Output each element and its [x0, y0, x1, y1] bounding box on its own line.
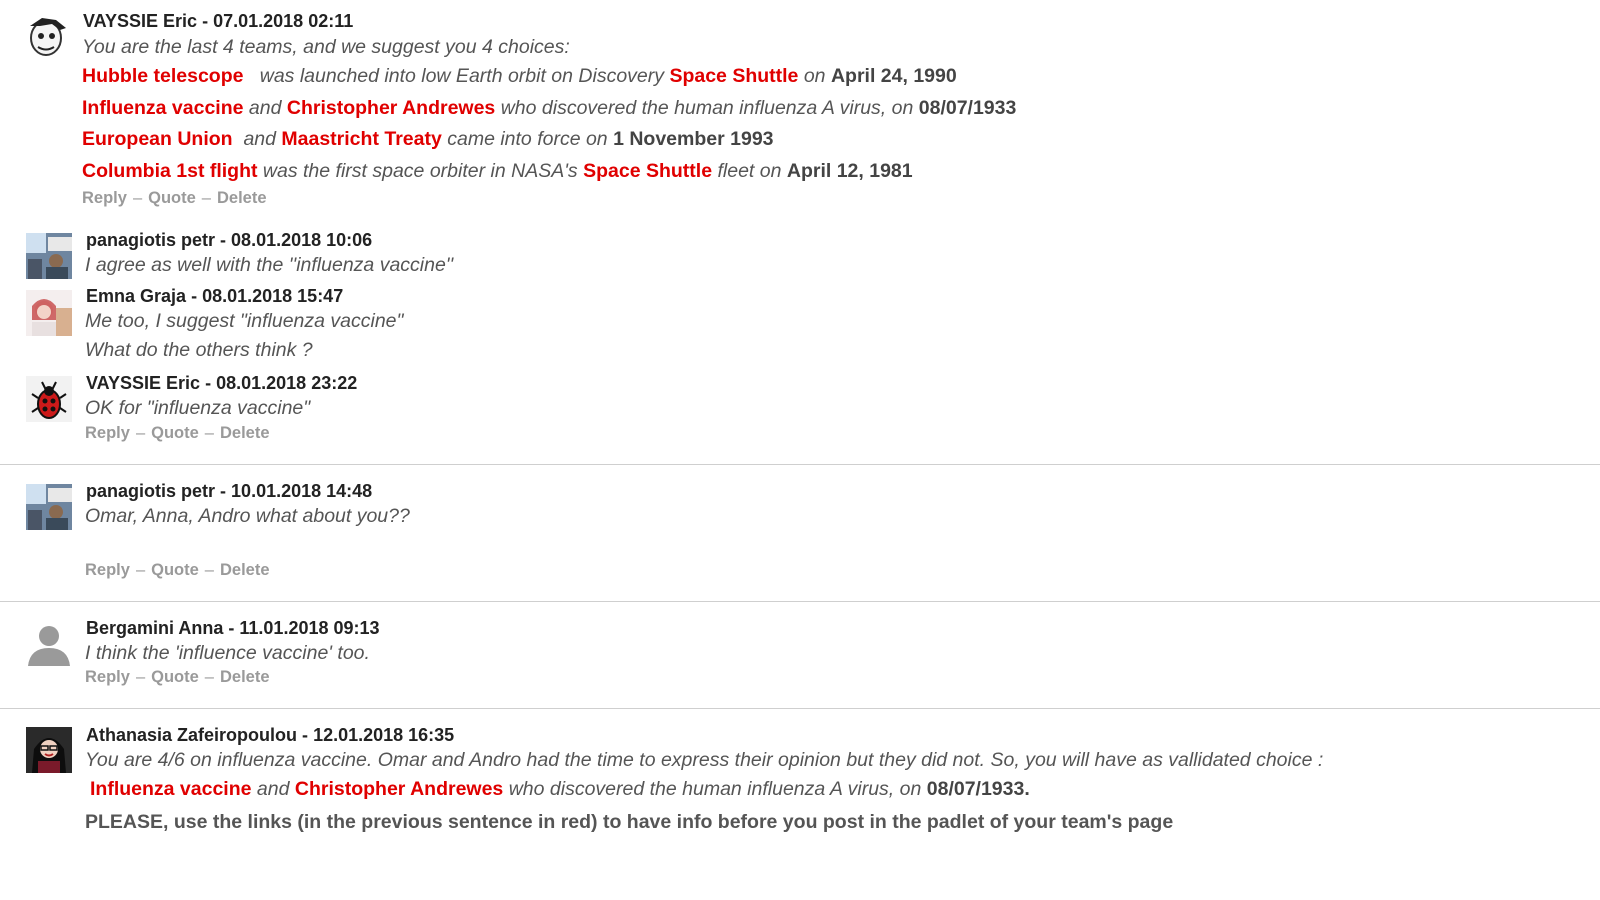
comment-meta: Athanasia Zafeiropoulou - 12.01.2018 16:…	[86, 725, 454, 746]
delete-link[interactable]: Delete	[220, 668, 270, 686]
link-influenza-vaccine[interactable]: Influenza vaccine	[90, 778, 251, 800]
avatar[interactable]	[24, 14, 70, 60]
meta-separator: -	[202, 11, 209, 31]
author-name[interactable]: VAYSSIE Eric	[83, 11, 197, 31]
comment-text: I think the 'influence vaccine' too.	[85, 642, 370, 664]
comment-meta: panagiotis petr - 10.01.2018 14:48	[86, 481, 372, 502]
meta-separator: -	[205, 373, 212, 393]
comment-actions: Reply – Quote – Delete	[85, 424, 270, 442]
link-european-union[interactable]: European Union	[82, 128, 233, 150]
comment-meta: Bergamini Anna - 11.01.2018 09:13	[86, 618, 380, 639]
author-name[interactable]: Bergamini Anna	[86, 618, 223, 638]
thread-divider	[0, 464, 1600, 465]
meta-separator: -	[220, 481, 227, 501]
thread-divider	[0, 601, 1600, 602]
meta-separator: -	[302, 725, 309, 745]
link-hubble-telescope[interactable]: Hubble telescope	[82, 65, 243, 87]
reply-link[interactable]: Reply	[85, 668, 130, 686]
meta-separator: -	[228, 618, 235, 638]
link-space-shuttle[interactable]: Space Shuttle	[583, 160, 712, 182]
choice-line: Columbia 1st flight was the first space …	[82, 160, 913, 182]
comment-date: 10.01.2018 14:48	[231, 481, 373, 501]
quote-link[interactable]: Quote	[151, 668, 199, 686]
comment-actions: Reply – Quote – Delete	[82, 189, 267, 207]
comment-date: 07.01.2018 02:11	[213, 11, 354, 31]
comment-note: PLEASE, use the links (in the previous s…	[85, 811, 1174, 833]
comment-meta: VAYSSIE Eric - 08.01.2018 23:22	[86, 373, 357, 394]
comment-text: OK for "influenza vaccine"	[85, 397, 311, 419]
comment-meta: VAYSSIE Eric - 07.01.2018 02:11	[83, 11, 353, 32]
quote-link[interactable]: Quote	[151, 561, 199, 579]
comment-meta: Emna Graja - 08.01.2018 15:47	[86, 286, 343, 307]
comment-date: 08.01.2018 15:47	[202, 286, 344, 306]
delete-link[interactable]: Delete	[220, 424, 270, 442]
author-name[interactable]: Emna Graja	[86, 286, 186, 306]
author-name[interactable]: panagiotis petr	[86, 230, 215, 250]
quote-link[interactable]: Quote	[148, 189, 196, 207]
link-christopher-andrewes[interactable]: Christopher Andrewes	[295, 778, 503, 800]
thread-divider	[0, 708, 1600, 709]
link-christopher-andrewes[interactable]: Christopher Andrewes	[287, 97, 495, 119]
avatar[interactable]	[26, 727, 72, 773]
reply-link[interactable]: Reply	[85, 561, 130, 579]
comment-date: 08.01.2018 10:06	[231, 230, 373, 250]
delete-link[interactable]: Delete	[217, 189, 267, 207]
link-maastricht-treaty[interactable]: Maastricht Treaty	[281, 128, 441, 150]
avatar[interactable]	[26, 290, 72, 336]
comment-text: Me too, I suggest "influenza vaccine"	[85, 310, 404, 332]
comment-text: You are the last 4 teams, and we suggest…	[82, 36, 570, 58]
avatar[interactable]	[26, 376, 72, 422]
link-influenza-vaccine[interactable]: Influenza vaccine	[82, 97, 243, 119]
comment-date: 11.01.2018 09:13	[239, 618, 380, 638]
choice-line: Influenza vaccine and Christopher Andrew…	[82, 97, 1017, 119]
avatar[interactable]	[26, 620, 72, 666]
link-columbia-1st-flight[interactable]: Columbia 1st flight	[82, 160, 258, 182]
comment-actions: Reply – Quote – Delete	[85, 668, 270, 686]
author-name[interactable]: panagiotis petr	[86, 481, 215, 501]
avatar[interactable]	[26, 484, 72, 530]
comment-text: You are 4/6 on influenza vaccine. Omar a…	[85, 749, 1324, 771]
author-name[interactable]: VAYSSIE Eric	[86, 373, 200, 393]
comment-text: What do the others think ?	[85, 339, 313, 361]
comment-text: Omar, Anna, Andro what about you??	[85, 505, 410, 527]
choice-line: Hubble telescope was launched into low E…	[82, 65, 957, 87]
avatar[interactable]	[26, 233, 72, 279]
quote-link[interactable]: Quote	[151, 424, 199, 442]
choice-line: European Union and Maastricht Treaty cam…	[82, 128, 774, 150]
comment-actions: Reply – Quote – Delete	[85, 561, 270, 579]
delete-link[interactable]: Delete	[220, 561, 270, 579]
reply-link[interactable]: Reply	[82, 189, 127, 207]
comment-date: 12.01.2018 16:35	[313, 725, 455, 745]
comment-date: 08.01.2018 23:22	[216, 373, 358, 393]
meta-separator: -	[191, 286, 198, 306]
comment-text: I agree as well with the ''influenza vac…	[85, 254, 454, 276]
link-space-shuttle[interactable]: Space Shuttle	[669, 65, 798, 87]
author-name[interactable]: Athanasia Zafeiropoulou	[86, 725, 297, 745]
reply-link[interactable]: Reply	[85, 424, 130, 442]
choice-line: Influenza vaccine and Christopher Andrew…	[90, 778, 1030, 800]
comment-meta: panagiotis petr - 08.01.2018 10:06	[86, 230, 372, 251]
meta-separator: -	[220, 230, 227, 250]
